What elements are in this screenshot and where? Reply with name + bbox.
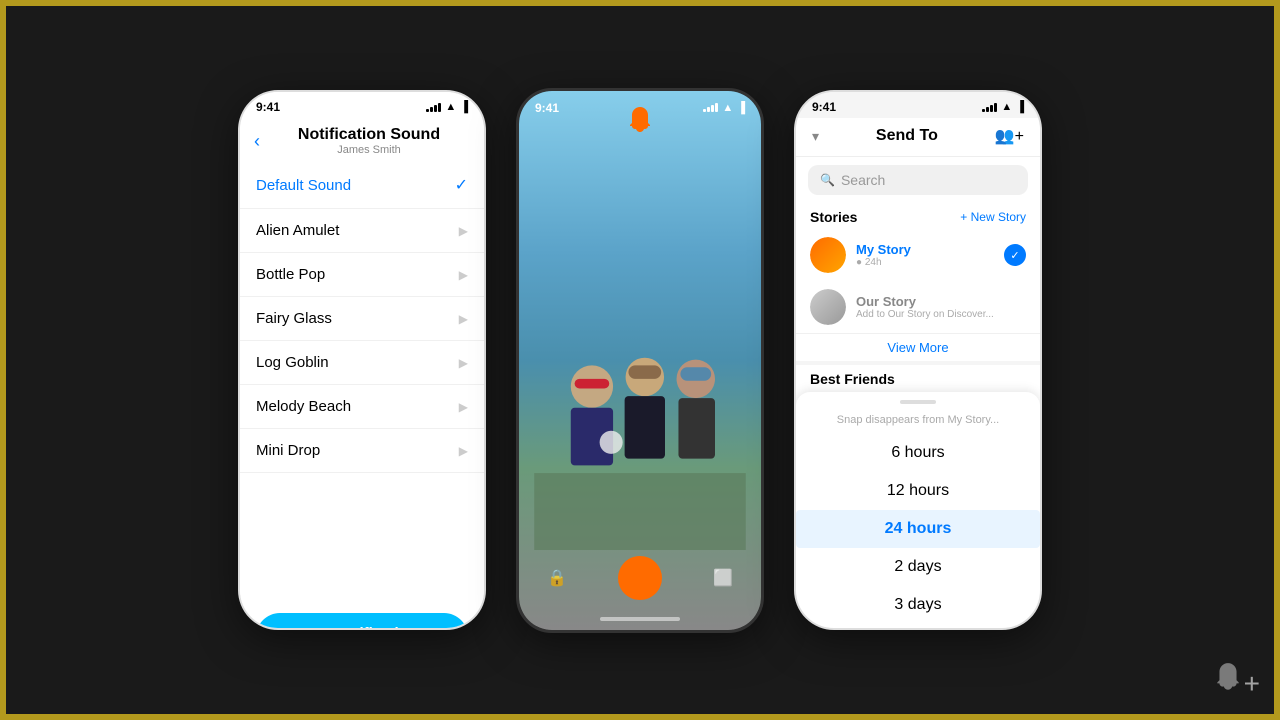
my-story-meta: ● 24h	[856, 257, 994, 268]
signal-icon-2	[703, 103, 718, 112]
our-story-info: Our Story Add to Our Story on Discover..…	[856, 294, 1026, 320]
our-story-name: Our Story	[856, 294, 1026, 309]
set-button-container: Set Notification Sound	[240, 593, 484, 630]
sound-item-bottle[interactable]: Bottle Pop ▶	[240, 253, 484, 297]
home-indicator-2	[519, 608, 761, 630]
stories-section-header: Stories + New Story	[796, 203, 1040, 229]
sound-item-alien[interactable]: Alien Amulet ▶	[240, 209, 484, 253]
search-icon: 🔍	[820, 173, 835, 187]
sound-label-alien: Alien Amulet	[256, 222, 339, 239]
phone2-inner: 9:41 ▲ ▐ 🔒	[519, 91, 761, 630]
page-subtitle: James Smith	[268, 144, 470, 156]
best-friends-title: Best Friends	[810, 371, 895, 387]
battery-icon-2: ▐	[737, 102, 745, 114]
wifi-icon-3: ▲	[1001, 101, 1012, 113]
my-story-avatar	[810, 237, 846, 273]
signal-icon	[426, 103, 441, 112]
battery-icon: ▐	[460, 101, 468, 113]
snapchat-logo-corner: +	[1212, 661, 1260, 700]
search-bar: 🔍 Search	[796, 157, 1040, 203]
lock-icon: 🔒	[547, 568, 567, 588]
phone-notification-sound: 9:41 ▲ ▐ ‹ Notification Sound James Smit…	[238, 90, 486, 630]
sound-item-default[interactable]: Default Sound ✓	[240, 162, 484, 209]
picker-option-12h[interactable]: 12 hours	[796, 472, 1040, 510]
sound-label-log: Log Goblin	[256, 354, 329, 371]
spacer	[240, 473, 484, 593]
status-bar-1: 9:41 ▲ ▐	[240, 92, 484, 118]
sound-label-mini: Mini Drop	[256, 442, 320, 459]
our-story-avatar	[810, 289, 846, 325]
wifi-icon: ▲	[445, 101, 456, 113]
set-notification-sound-button[interactable]: Set Notification Sound	[256, 613, 468, 630]
time-1: 9:41	[256, 100, 280, 114]
check-icon-default: ✓	[455, 175, 468, 195]
our-story-item[interactable]: Our Story Add to Our Story on Discover..…	[796, 281, 1040, 333]
down-arrow-icon[interactable]: ▾	[812, 128, 819, 145]
play-icon-fairy: ▶	[459, 312, 468, 326]
play-icon-melody: ▶	[459, 400, 468, 414]
status-bar-3: 9:41 ▲ ▐	[796, 92, 1040, 118]
back-button[interactable]: ‹	[254, 131, 260, 152]
add-people-icon[interactable]: 👥+	[995, 126, 1024, 146]
best-friends-header: Best Friends	[796, 365, 1040, 391]
snapchat-ghost-icon	[625, 105, 655, 142]
stories-section-title: Stories	[810, 209, 857, 225]
time-3: 9:41	[812, 100, 836, 114]
my-story-item[interactable]: My Story ● 24h ✓	[796, 229, 1040, 281]
sound-label-fairy: Fairy Glass	[256, 310, 332, 327]
battery-icon-3: ▐	[1016, 101, 1024, 113]
sound-list: Default Sound ✓ Alien Amulet ▶ Bottle Po…	[240, 162, 484, 473]
my-story-info: My Story ● 24h	[856, 242, 994, 268]
sound-item-mini[interactable]: Mini Drop ▶	[240, 429, 484, 473]
sound-label-default: Default Sound	[256, 177, 351, 194]
search-placeholder: Search	[841, 172, 885, 188]
sound-item-melody[interactable]: Melody Beach ▶	[240, 385, 484, 429]
play-icon-mini: ▶	[459, 444, 468, 458]
phone-send-to: 9:41 ▲ ▐ ▾ Send To 👥+ 🔍 Search	[794, 90, 1042, 630]
sound-item-log[interactable]: Log Goblin ▶	[240, 341, 484, 385]
search-input[interactable]: 🔍 Search	[808, 165, 1028, 195]
play-icon-log: ▶	[459, 356, 468, 370]
page-title: Notification Sound	[268, 126, 470, 144]
story-duration-picker: Snap disappears from My Story... 6 hours…	[796, 392, 1040, 628]
sound-label-melody: Melody Beach	[256, 398, 351, 415]
picker-option-24h[interactable]: 24 hours	[796, 510, 1040, 548]
signal-icon-3	[982, 103, 997, 112]
snap-timer-circle	[618, 556, 662, 600]
phones-container: 9:41 ▲ ▐ ‹ Notification Sound James Smit…	[0, 0, 1280, 720]
phone-snap-photo: 9:41 ▲ ▐ 🔒	[516, 88, 764, 633]
status-icons-3: ▲ ▐	[982, 101, 1024, 113]
home-bar-2	[600, 617, 680, 621]
my-story-name: My Story	[856, 242, 994, 257]
new-story-button[interactable]: + New Story	[960, 210, 1026, 224]
sound-item-fairy[interactable]: Fairy Glass ▶	[240, 297, 484, 341]
picker-option-3d[interactable]: 3 days	[796, 586, 1040, 624]
my-story-check: ✓	[1004, 244, 1026, 266]
wifi-icon-2: ▲	[722, 102, 733, 114]
play-icon-alien: ▶	[459, 224, 468, 238]
header-title-block: Notification Sound James Smith	[268, 126, 470, 156]
our-story-meta: Add to Our Story on Discover...	[856, 309, 1026, 320]
send-to-header: ▾ Send To 👥+	[796, 118, 1040, 157]
multi-snap-icon: ⬜	[713, 568, 733, 588]
sheet-handle	[900, 400, 936, 404]
play-icon-bottle: ▶	[459, 268, 468, 282]
picker-option-2d[interactable]: 2 days	[796, 548, 1040, 586]
picker-option-6h[interactable]: 6 hours	[796, 434, 1040, 472]
view-more-button[interactable]: View More	[796, 333, 1040, 361]
status-icons-2: ▲ ▐	[703, 102, 745, 114]
time-2: 9:41	[535, 101, 559, 115]
notification-sound-header: ‹ Notification Sound James Smith	[240, 118, 484, 162]
picker-subtitle: Snap disappears from My Story...	[796, 412, 1040, 434]
snap-photo-background	[519, 91, 761, 630]
sound-label-bottle: Bottle Pop	[256, 266, 325, 283]
status-icons-1: ▲ ▐	[426, 101, 468, 113]
people-svg	[530, 300, 750, 550]
send-to-title: Send To	[819, 127, 995, 145]
